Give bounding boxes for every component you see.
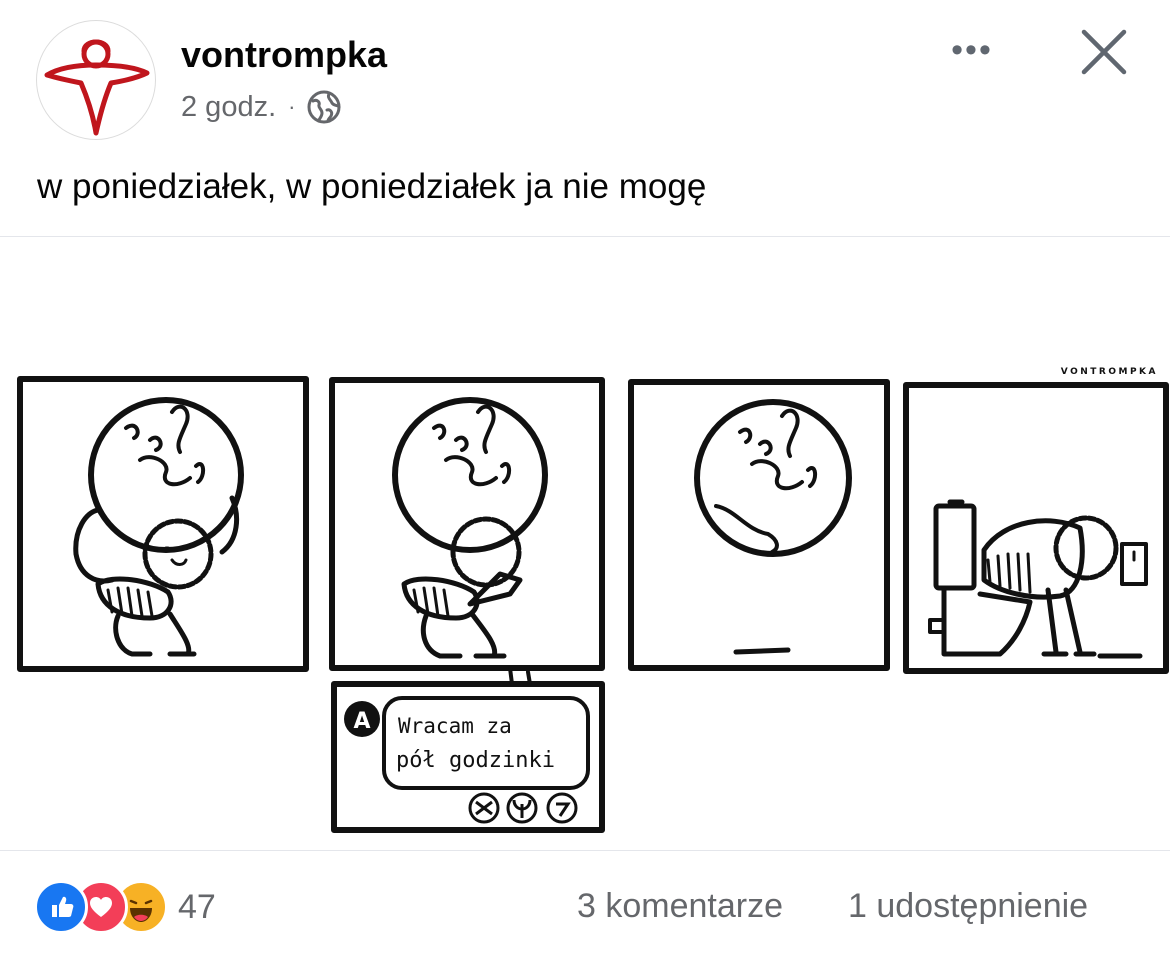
post-time[interactable]: 2 godz. (181, 91, 276, 124)
reactions-summary[interactable]: 47 (34, 880, 216, 934)
comments-link[interactable]: 3 komentarze (577, 887, 783, 926)
reaction-count[interactable]: 47 (178, 888, 216, 927)
author-avatar[interactable] (36, 20, 156, 140)
post-text: w poniedziałek, w poniedziałek ja nie mo… (37, 167, 707, 206)
speech-line-2: pół godzinki (396, 748, 555, 773)
author-name[interactable]: vontrompka (181, 34, 387, 76)
globe-icon[interactable] (307, 90, 341, 124)
close-icon[interactable] (1078, 26, 1130, 78)
more-options-button[interactable]: ••• (944, 28, 1000, 72)
like-icon (34, 880, 88, 934)
avatar-logo (44, 39, 150, 136)
comic-panel-3 (628, 379, 890, 671)
app-badge-letter: A (353, 709, 370, 734)
speech-line-1: Wracam za (398, 714, 512, 738)
shares-link[interactable]: 1 udostępnienie (848, 887, 1088, 926)
comic-image[interactable]: A Wracam za pół godzinki VONTROMPKA (0, 237, 1170, 850)
artist-signature: VONTROMPKA (1061, 367, 1158, 377)
post-meta: 2 godz. · (181, 90, 341, 124)
divider (0, 850, 1170, 851)
phone-icon-3 (546, 792, 578, 824)
meta-separator: · (288, 94, 296, 119)
facebook-post: vontrompka 2 godz. · ••• w poniedziałek,… (0, 0, 1170, 957)
comic-drawing: A Wracam za pół godzinki VONTROMPKA (17, 367, 1169, 833)
